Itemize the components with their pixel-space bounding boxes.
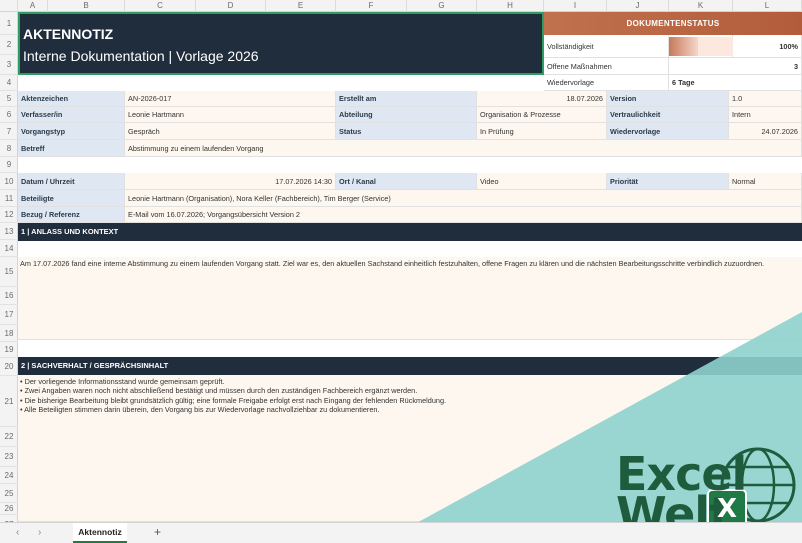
column-header-e[interactable]: E	[266, 0, 336, 12]
betreff-label: Betreff	[18, 140, 125, 157]
section-2-bullet: • Alle Beteiligten stimmen darin überein…	[20, 405, 380, 415]
row-header-16[interactable]: 16	[0, 287, 18, 305]
verfasser-value[interactable]: Leonie Hartmann	[125, 107, 336, 123]
status-label: Status	[336, 123, 477, 140]
ort-value[interactable]: Video	[477, 173, 607, 190]
erstellt-label: Erstellt am	[336, 91, 477, 107]
column-header-a[interactable]: A	[18, 0, 48, 12]
betreff-value[interactable]: Abstimmung zu einem laufenden Vorgang	[125, 140, 802, 157]
section-1-header[interactable]: 1 | ANLASS UND KONTEXT	[18, 223, 802, 241]
row-header-3[interactable]: 3	[0, 55, 18, 75]
section-2-header[interactable]: 2 | SACHVERHALT / GESPRÄCHSINHALT	[18, 357, 802, 375]
row-header-1[interactable]: 1	[0, 12, 18, 35]
bezug-label: Bezug / Referenz	[18, 207, 125, 223]
wiedervorlage-label: Wiedervorlage	[607, 123, 729, 140]
column-header-i[interactable]: I	[544, 0, 607, 12]
section-2-bullet: • Die bisherige Bearbeitung bleibt grund…	[20, 395, 447, 405]
abteilung-value[interactable]: Organisation & Prozesse	[477, 107, 607, 123]
row-header-26[interactable]: 26	[0, 503, 18, 515]
column-header-l[interactable]: L	[733, 0, 802, 12]
column-header-d[interactable]: D	[196, 0, 266, 12]
column-header-h[interactable]: H	[477, 0, 544, 12]
vertraulichkeit-label: Vertraulichkeit	[607, 107, 729, 123]
row-header-13[interactable]: 13	[0, 223, 18, 240]
column-header-f[interactable]: F	[336, 0, 407, 12]
wiedervorlage-value[interactable]: 24.07.2026	[729, 123, 802, 140]
row-header-18[interactable]: 18	[0, 325, 18, 342]
column-header-c[interactable]: C	[125, 0, 196, 12]
abteilung-label: Abteilung	[336, 107, 477, 123]
row-headers: 1 2 3 4 5 6 7 8 9 10 11 12 13 14 15 16 1…	[0, 12, 18, 534]
version-value[interactable]: 1.0	[729, 91, 802, 107]
row-header-5[interactable]: 5	[0, 91, 18, 107]
aktenzeichen-value[interactable]: AN-2026-017	[125, 91, 336, 107]
section-1-text[interactable]: Am 17.07.2026 fand eine interne Abstimmu…	[18, 257, 802, 340]
column-header-g[interactable]: G	[407, 0, 477, 12]
vorgangstyp-label: Vorgangstyp	[18, 123, 125, 140]
title-block[interactable]: AKTENNOTIZ Interne Dokumentation | Vorla…	[18, 12, 544, 75]
row-header-10[interactable]: 10	[0, 173, 18, 190]
tab-prev-icon[interactable]: ‹	[16, 527, 19, 538]
add-sheet-button[interactable]: +	[154, 525, 161, 539]
row-header-22[interactable]: 22	[0, 427, 18, 447]
select-all-corner[interactable]	[0, 0, 18, 12]
completeness-label: Vollständigkeit	[544, 35, 669, 58]
vertraulichkeit-value[interactable]: Intern	[729, 107, 802, 123]
datum-value[interactable]: 17.07.2026 14:30	[125, 173, 336, 190]
status-value[interactable]: In Prüfung	[477, 123, 607, 140]
open-actions-label: Offene Maßnahmen	[544, 58, 669, 75]
row-header-20[interactable]: 20	[0, 358, 18, 376]
erstellt-value[interactable]: 18.07.2026	[477, 91, 607, 107]
beteiligte-value[interactable]: Leonie Hartmann (Organisation), Nora Kel…	[125, 190, 802, 207]
row-header-6[interactable]: 6	[0, 107, 18, 123]
row-header-14[interactable]: 14	[0, 240, 18, 257]
column-header-b[interactable]: B	[48, 0, 125, 12]
sheet-tab-aktennotiz[interactable]: Aktennotiz	[73, 523, 127, 543]
open-actions-value[interactable]: 3	[669, 58, 802, 75]
datum-label: Datum / Uhrzeit	[18, 173, 125, 190]
row-header-25[interactable]: 25	[0, 484, 18, 503]
bezug-value[interactable]: E-Mail vom 16.07.2026; Vorgangsübersicht…	[125, 207, 802, 223]
column-header-j[interactable]: J	[607, 0, 669, 12]
row-header-19[interactable]: 19	[0, 342, 18, 358]
document-title: AKTENNOTIZ	[23, 26, 114, 42]
verfasser-label: Verfasser/in	[18, 107, 125, 123]
sheet-tab-bar: ‹ › Aktennotiz +	[0, 522, 802, 543]
section-2-bullet: • Der vorliegende Informationsstand wurd…	[20, 377, 225, 386]
vorgangstyp-value[interactable]: Gespräch	[125, 123, 336, 140]
completeness-progress-fill	[669, 37, 698, 56]
followup-label: Wiedervorlage	[544, 75, 669, 91]
aktenzeichen-label: Aktenzeichen	[18, 91, 125, 107]
row-header-23[interactable]: 23	[0, 447, 18, 467]
row-header-15[interactable]: 15	[0, 257, 18, 287]
row-header-24[interactable]: 24	[0, 467, 18, 484]
beteiligte-label: Beteiligte	[18, 190, 125, 207]
tab-next-icon[interactable]: ›	[38, 527, 41, 538]
completeness-value[interactable]: 100%	[733, 35, 802, 58]
version-label: Version	[607, 91, 729, 107]
row-header-4[interactable]: 4	[0, 75, 18, 91]
row-header-8[interactable]: 8	[0, 140, 18, 157]
row-header-17[interactable]: 17	[0, 305, 18, 325]
column-header-k[interactable]: K	[669, 0, 733, 12]
row-header-21[interactable]: 21	[0, 376, 18, 427]
document-subtitle: Interne Dokumentation | Vorlage 2026	[23, 48, 259, 64]
followup-value[interactable]: 6 Tage	[669, 75, 802, 91]
column-headers: A B C D E F G H I J K L	[0, 0, 802, 12]
section-2-bullet: • Zwei Angaben waren noch nicht abschlie…	[20, 386, 418, 396]
document-status-header[interactable]: DOKUMENTENSTATUS	[544, 12, 802, 35]
ort-label: Ort / Kanal	[336, 173, 477, 190]
prioritaet-value[interactable]: Normal	[729, 173, 802, 190]
row-header-9[interactable]: 9	[0, 157, 18, 173]
row-header-12[interactable]: 12	[0, 207, 18, 223]
prioritaet-label: Priorität	[607, 173, 729, 190]
completeness-progress-bar	[669, 37, 733, 56]
row-header-11[interactable]: 11	[0, 190, 18, 207]
row-header-7[interactable]: 7	[0, 123, 18, 140]
row-header-2[interactable]: 2	[0, 35, 18, 55]
